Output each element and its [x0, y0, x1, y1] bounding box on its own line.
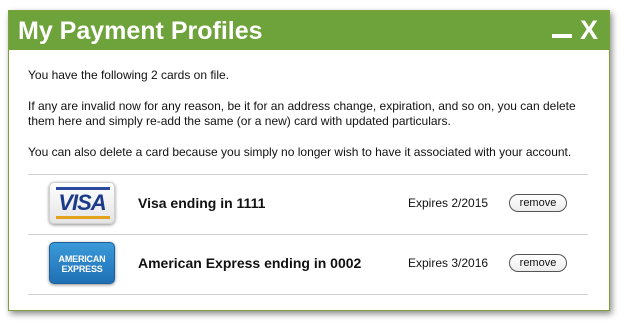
remove-card-button[interactable]: remove — [509, 254, 567, 272]
intro-text-invalid-cards-cont: them here and simply re-add the same (or… — [28, 114, 451, 128]
divider — [28, 294, 588, 295]
remove-card-button[interactable]: remove — [509, 194, 567, 212]
intro-text-card-count: You have the following 2 cards on file. — [28, 68, 230, 82]
window-titlebar: My Payment Profiles X — [9, 11, 609, 50]
minimize-icon[interactable] — [552, 34, 572, 38]
card-row-amex: AMERICAN EXPRESS American Express ending… — [28, 235, 588, 294]
amex-logo: AMERICAN EXPRESS — [49, 242, 115, 284]
card-name: American Express ending in 0002 — [138, 255, 362, 271]
intro-text-invalid-cards: If any are invalid now for any reason, b… — [28, 99, 576, 113]
card-expiry: Expires 2/2015 — [408, 196, 489, 210]
window-title: My Payment Profiles — [18, 17, 263, 45]
payment-profiles-window: My Payment Profiles X You have the follo… — [8, 10, 610, 311]
visa-logo-stripe-bottom — [56, 216, 110, 219]
visa-logo: VISA — [49, 182, 115, 224]
intro-text-delete-info: You can also delete a card because you s… — [28, 145, 572, 159]
amex-logo-text-line2: EXPRESS — [61, 264, 103, 274]
card-row-visa: VISA Visa ending in 1111 Expires 2/2015 … — [28, 175, 588, 234]
card-list: VISA Visa ending in 1111 Expires 2/2015 … — [28, 174, 588, 295]
visa-logo-text: VISA — [58, 190, 106, 215]
amex-logo-text-line1: AMERICAN — [58, 254, 106, 264]
card-name: Visa ending in 1111 — [138, 195, 266, 211]
close-icon[interactable]: X — [580, 15, 598, 45]
card-expiry: Expires 3/2016 — [408, 256, 489, 270]
